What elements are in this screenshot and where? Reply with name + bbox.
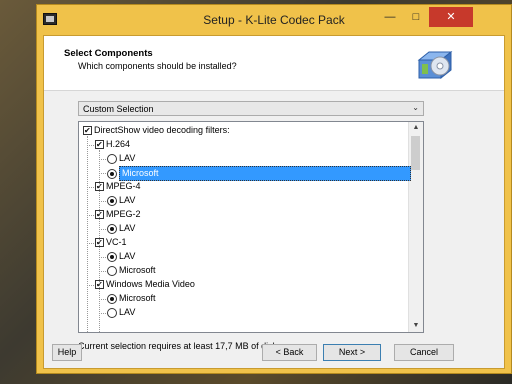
- radio-button[interactable]: [107, 195, 117, 206]
- tree-item[interactable]: H.264: [95, 138, 130, 151]
- tree-connector: [99, 159, 106, 160]
- tree-item[interactable]: LAV: [107, 194, 135, 207]
- radio-button[interactable]: [107, 223, 117, 234]
- components-type-value: Custom Selection: [83, 104, 154, 114]
- close-button[interactable]: ✕: [429, 7, 473, 27]
- tree-connector: [99, 201, 106, 202]
- tree-item[interactable]: Microsoft: [107, 166, 411, 181]
- tree-item-label: LAV: [119, 195, 136, 205]
- tree-connector: [99, 229, 106, 230]
- cancel-button[interactable]: Cancel: [394, 344, 454, 361]
- back-button[interactable]: < Back: [262, 344, 317, 361]
- checkbox[interactable]: [83, 124, 92, 137]
- tree-item[interactable]: DirectShow video decoding filters:: [83, 124, 230, 137]
- tree-item-label: Microsoft: [119, 293, 156, 303]
- tree-item-label: LAV: [119, 251, 136, 261]
- wizard-body: Select Components Which components shoul…: [43, 35, 505, 369]
- tree-item-label: MPEG-2: [106, 209, 141, 219]
- minimize-button[interactable]: —: [377, 7, 403, 27]
- tree-item[interactable]: Microsoft: [107, 264, 156, 277]
- scroll-up-icon[interactable]: ▲: [409, 122, 423, 134]
- tree-item-label: LAV: [119, 153, 136, 163]
- tree-item-label: H.264: [106, 139, 131, 149]
- title-bar[interactable]: Setup - K-Lite Codec Pack — □ ✕: [37, 5, 511, 35]
- tree-item-label: VC-1: [106, 237, 127, 247]
- scroll-down-icon[interactable]: ▼: [409, 320, 423, 332]
- tree-connector: [87, 215, 94, 216]
- radio-button[interactable]: [107, 168, 117, 179]
- tree-scrollbar[interactable]: ▲ ▼: [408, 122, 423, 332]
- tree-connector: [99, 150, 100, 332]
- scroll-thumb[interactable]: [411, 136, 420, 170]
- radio-button[interactable]: [107, 251, 117, 262]
- tree-item[interactable]: Microsoft: [107, 292, 156, 305]
- tree-item[interactable]: MPEG-4: [95, 180, 141, 193]
- components-tree[interactable]: ▲ ▼ DirectShow video decoding filters: H.…: [78, 121, 424, 333]
- tree-connector: [87, 243, 94, 244]
- tree-item-label: Microsoft: [119, 166, 411, 181]
- tree-item-label: MPEG-4: [106, 181, 141, 191]
- radio-button[interactable]: [107, 153, 117, 164]
- tree-connector: [87, 187, 94, 188]
- tree-item-label: DirectShow video decoding filters:: [94, 125, 230, 135]
- wizard-header: Select Components Which components shoul…: [44, 36, 504, 91]
- tree-item[interactable]: LAV: [107, 222, 135, 235]
- components-type-select[interactable]: Custom Selection ⌄: [78, 101, 424, 116]
- tree-connector: [99, 271, 106, 272]
- setup-window: Setup - K-Lite Codec Pack — □ ✕ Select C…: [36, 4, 512, 374]
- tree-item[interactable]: MPEG-2: [95, 208, 141, 221]
- tree-connector: [99, 173, 106, 174]
- tree-item[interactable]: Windows Media Video: [95, 278, 195, 291]
- tree-connector: [87, 145, 94, 146]
- checkbox[interactable]: [95, 138, 104, 151]
- installer-box-icon: [417, 50, 453, 80]
- chevron-down-icon[interactable]: ⌄: [412, 103, 419, 112]
- tree-item-label: Windows Media Video: [106, 279, 195, 289]
- tree-connector: [99, 299, 106, 300]
- maximize-button[interactable]: □: [403, 7, 429, 27]
- next-button[interactable]: Next >: [323, 344, 381, 361]
- tree-item[interactable]: LAV: [107, 306, 135, 319]
- tree-item-label: LAV: [119, 307, 136, 317]
- page-title: Select Components: [64, 48, 153, 59]
- tree-connector: [87, 285, 94, 286]
- tree-item[interactable]: LAV: [107, 250, 135, 263]
- help-button[interactable]: Help: [52, 344, 82, 361]
- radio-button[interactable]: [107, 293, 117, 304]
- tree-item-label: LAV: [119, 223, 136, 233]
- tree-item-label: Microsoft: [119, 265, 156, 275]
- tree-connector: [99, 257, 106, 258]
- radio-button[interactable]: [107, 265, 117, 276]
- tree-connector: [87, 136, 88, 332]
- tree-item[interactable]: LAV: [107, 152, 135, 165]
- tree-connector: [99, 313, 106, 314]
- page-subtitle: Which components should be installed?: [78, 61, 237, 71]
- radio-button[interactable]: [107, 307, 117, 318]
